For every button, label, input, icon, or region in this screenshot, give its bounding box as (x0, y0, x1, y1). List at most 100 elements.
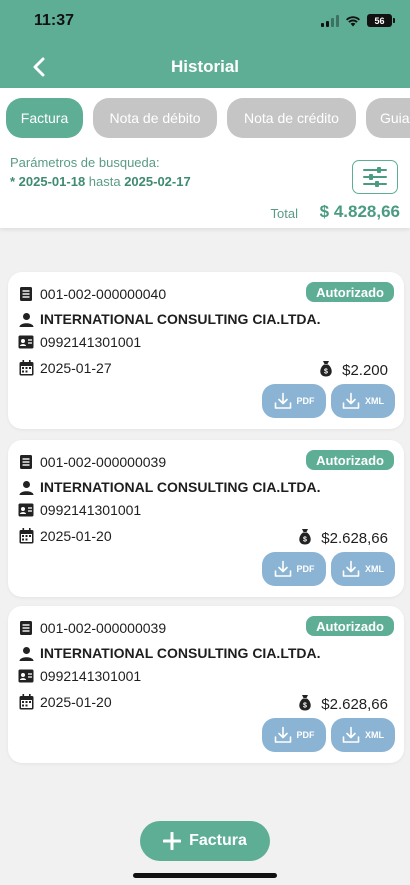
invoice-number: 001-002-000000039 (40, 620, 167, 636)
user-icon (18, 645, 34, 661)
invoice-amount: $2.200 (342, 362, 388, 379)
date-row: 2025-01-27 (18, 360, 112, 376)
status-badge: Autorizado (306, 616, 394, 636)
sliders-icon (363, 167, 387, 187)
document-type-tabs: Factura Nota de débito Nota de crédito G… (6, 98, 410, 138)
new-invoice-label: Factura (189, 832, 247, 849)
svg-text:$: $ (303, 537, 307, 544)
status-bar: 11:37 56 (0, 0, 410, 44)
cellular-signal-icon (321, 14, 339, 27)
invoice-number: 001-002-000000040 (40, 286, 167, 302)
xml-label: XML (365, 564, 384, 574)
invoice-amount: $2.628,66 (321, 530, 388, 547)
invoice-card[interactable]: 001-002-000000039 Autorizado INTERNATION… (8, 606, 404, 763)
ruc-row: 0992141301001 (18, 502, 141, 518)
money-bag-icon: $ (318, 360, 334, 381)
id-card-icon (18, 668, 34, 684)
range-separator: hasta (85, 174, 125, 189)
download-icon (274, 392, 291, 409)
client-ruc: 0992141301001 (40, 334, 142, 350)
status-badge: Autorizado (306, 450, 394, 470)
invoice-date: 2025-01-20 (40, 528, 112, 544)
xml-label: XML (365, 396, 384, 406)
download-xml-button[interactable]: XML (331, 384, 395, 418)
invoice-date: 2025-01-20 (40, 694, 112, 710)
status-badge: Autorizado (306, 282, 394, 302)
amount: $ $2.628,66 (297, 694, 388, 715)
status-icons: 56 (321, 14, 395, 27)
invoice-card[interactable]: 001-002-000000039 Autorizado INTERNATION… (8, 440, 404, 597)
client-row: INTERNATIONAL CONSULTING CIA.LTDA. (18, 311, 321, 327)
invoice-number: 001-002-000000039 (40, 454, 167, 470)
ruc-row: 0992141301001 (18, 334, 141, 350)
date-row: 2025-01-20 (18, 694, 112, 710)
tab-nota-debito[interactable]: Nota de débito (93, 98, 217, 138)
search-date-range: * 2025-01-18 hasta 2025-02-17 (10, 174, 191, 189)
svg-text:$: $ (303, 703, 307, 710)
calendar-icon (18, 360, 34, 376)
ruc-row: 0992141301001 (18, 668, 141, 684)
client-row: INTERNATIONAL CONSULTING CIA.LTDA. (18, 479, 321, 495)
client-name: INTERNATIONAL CONSULTING CIA.LTDA. (40, 311, 321, 327)
tab-nota-credito[interactable]: Nota de crédito (227, 98, 356, 138)
xml-label: XML (365, 730, 384, 740)
document-icon (18, 454, 34, 470)
new-invoice-button[interactable]: Factura (140, 821, 270, 861)
download-icon (342, 726, 360, 743)
amount: $ $2.200 (318, 360, 388, 381)
tab-guia[interactable]: Guia (366, 98, 410, 138)
document-icon (18, 620, 34, 636)
date-to: 2025-02-17 (124, 174, 191, 189)
download-icon (274, 560, 291, 577)
download-xml-button[interactable]: XML (331, 552, 395, 586)
money-bag-icon: $ (297, 528, 313, 549)
calendar-icon (18, 694, 34, 710)
home-indicator (133, 873, 277, 878)
invoice-card[interactable]: 001-002-000000040 Autorizado INTERNATION… (8, 272, 404, 429)
invoice-number-row: 001-002-000000039 (18, 620, 166, 636)
filter-panel: Factura Nota de débito Nota de crédito G… (0, 88, 410, 228)
download-xml-button[interactable]: XML (331, 718, 395, 752)
pdf-label: PDF (296, 564, 315, 574)
download-icon (342, 560, 360, 577)
user-icon (18, 479, 34, 495)
download-icon (274, 726, 291, 743)
client-row: INTERNATIONAL CONSULTING CIA.LTDA. (18, 645, 321, 661)
filter-settings-button[interactable] (352, 160, 398, 194)
document-icon (18, 286, 34, 302)
id-card-icon (18, 502, 34, 518)
search-params-label: Parámetros de busqueda: (10, 155, 160, 170)
range-prefix: * (10, 174, 19, 189)
amount: $ $2.628,66 (297, 528, 388, 549)
user-icon (18, 311, 34, 327)
invoice-date: 2025-01-27 (40, 360, 112, 376)
status-time: 11:37 (34, 12, 75, 29)
download-pdf-button[interactable]: PDF (262, 384, 326, 418)
client-name: INTERNATIONAL CONSULTING CIA.LTDA. (40, 479, 321, 495)
wifi-icon (346, 15, 360, 26)
client-name: INTERNATIONAL CONSULTING CIA.LTDA. (40, 645, 321, 661)
page-title: Historial (170, 57, 240, 76)
calendar-icon (18, 528, 34, 544)
svg-text:$: $ (324, 369, 328, 376)
invoice-amount: $2.628,66 (321, 696, 388, 713)
download-icon (342, 392, 360, 409)
download-pdf-button[interactable]: PDF (262, 718, 326, 752)
pdf-label: PDF (296, 396, 315, 406)
invoice-number-row: 001-002-000000040 (18, 286, 166, 302)
app-header: 11:37 56 Historial (0, 0, 410, 88)
pdf-label: PDF (296, 730, 315, 740)
battery-icon: 56 (367, 14, 395, 27)
client-ruc: 0992141301001 (40, 668, 142, 684)
tab-factura[interactable]: Factura (6, 98, 83, 138)
id-card-icon (18, 334, 34, 350)
plus-icon (163, 832, 182, 850)
battery-level: 56 (374, 15, 385, 26)
download-pdf-button[interactable]: PDF (262, 552, 326, 586)
invoice-number-row: 001-002-000000039 (18, 454, 166, 470)
date-row: 2025-01-20 (18, 528, 112, 544)
money-bag-icon: $ (297, 694, 313, 715)
client-ruc: 0992141301001 (40, 502, 142, 518)
date-from: 2025-01-18 (18, 174, 86, 189)
total-value: $ 4.828,66 (319, 202, 400, 221)
